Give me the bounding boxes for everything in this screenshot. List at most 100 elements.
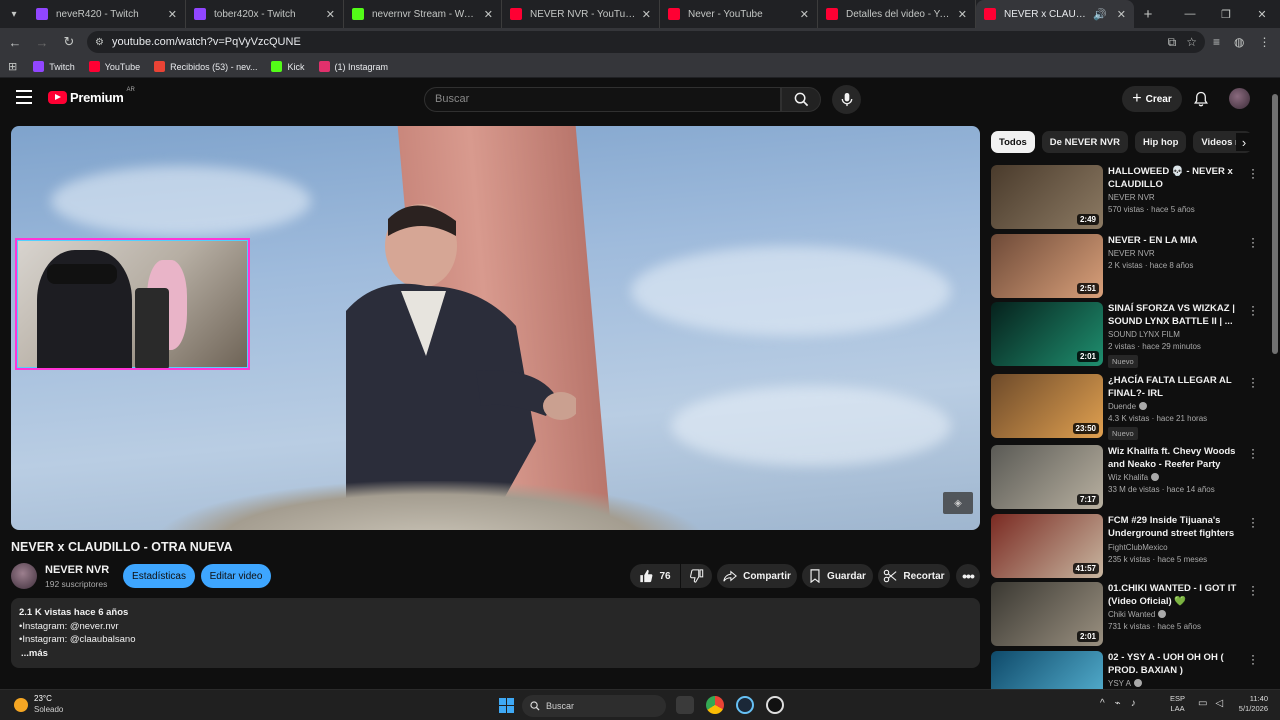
recommended-channel[interactable]: Chiki Wanted — [1108, 610, 1243, 619]
chrome-app-icon[interactable] — [706, 696, 724, 714]
filter-chip[interactable]: Hip hop — [1135, 131, 1187, 153]
tab-search-chevron-icon[interactable]: ▾ — [0, 0, 28, 28]
more-vertical-icon[interactable]: · · · — [1249, 512, 1257, 532]
tab-close-icon[interactable]: ✕ — [484, 8, 493, 21]
video-thumbnail[interactable]: 2:01 — [991, 302, 1103, 366]
filter-chip[interactable]: De NEVER NVR — [1041, 131, 1129, 153]
menu-hamburger-icon[interactable] — [16, 90, 32, 106]
recommended-title[interactable]: HALLOWEED 💀 - NEVER x CLAUDILLO — [1108, 165, 1243, 191]
obs-app-icon[interactable] — [766, 696, 784, 714]
filter-chip[interactable]: Todos — [991, 131, 1035, 153]
input-language[interactable]: ESP LAA — [1170, 694, 1185, 714]
recommended-channel[interactable]: NEVER NVR — [1108, 249, 1243, 258]
close-window-icon[interactable]: ✕ — [1244, 0, 1280, 28]
taskbar-search[interactable]: Buscar — [522, 695, 666, 717]
volume-icon[interactable]: ◁ — [1215, 698, 1223, 709]
channel-name[interactable]: NEVER NVR — [45, 564, 109, 576]
browser-tab[interactable]: NEVER x CLAUDILLO - OTR 🔊 ✕ — [976, 0, 1134, 28]
edit-video-button[interactable]: Editar video — [201, 564, 271, 588]
microphone-tray-icon[interactable]: ♪ — [1131, 698, 1136, 709]
tab-close-icon[interactable]: ✕ — [326, 8, 335, 21]
video-thumbnail[interactable]: 23:50 — [991, 374, 1103, 438]
recommended-channel[interactable]: Duende — [1108, 402, 1243, 411]
browser-tab[interactable]: Never - YouTube ✕ — [660, 0, 818, 28]
recommended-title[interactable]: 01.CHIKI WANTED - I GOT IT (Video Oficia… — [1108, 582, 1243, 608]
more-vertical-icon[interactable]: · · · — [1249, 649, 1257, 669]
recommended-video[interactable]: 2:01 SINAÍ SFORZA VS WIZKAZ | SOUND LYNX … — [991, 300, 1263, 368]
recommended-video[interactable]: 7:17 Wiz Khalifa ft. Chevy Woods and Neak… — [991, 443, 1263, 509]
video-thumbnail[interactable]: 2:51 — [991, 234, 1103, 298]
recommended-title[interactable]: NEVER - EN LA MIA — [1108, 234, 1243, 247]
recommended-title[interactable]: 02 - YSY A - UOH OH OH ( PROD. BAXIAN ) — [1108, 651, 1243, 677]
bookmark-star-icon[interactable]: ☆ — [1186, 35, 1197, 50]
more-actions-button[interactable]: ••• — [956, 564, 980, 588]
recommended-title[interactable]: ¿HACÍA FALTA LLEGAR AL FINAL?- IRL — [1108, 374, 1243, 400]
more-vertical-icon[interactable]: · · · — [1249, 163, 1257, 183]
reload-icon[interactable]: ↻ — [57, 30, 81, 54]
bookmark-item[interactable]: Twitch — [33, 61, 75, 72]
voice-search-button[interactable] — [832, 85, 861, 114]
save-button[interactable]: Guardar — [802, 564, 873, 588]
tab-close-icon[interactable]: ✕ — [958, 8, 967, 21]
bookmark-item[interactable]: (1) Instagram — [318, 61, 388, 72]
search-button[interactable] — [781, 87, 821, 112]
bookmark-item[interactable]: YouTube — [88, 61, 140, 72]
dislike-button[interactable] — [681, 564, 712, 588]
recommended-title[interactable]: SINAÍ SFORZA VS WIZKAZ | SOUND LYNX BATT… — [1108, 302, 1243, 328]
site-info-icon[interactable]: ⚙ — [95, 37, 104, 48]
more-vertical-icon[interactable]: · · · — [1249, 580, 1257, 600]
recommended-video[interactable]: 2:49 HALLOWEED 💀 - NEVER x CLAUDILLO NEVER… — [991, 163, 1263, 229]
recommended-channel[interactable]: NEVER NVR — [1108, 193, 1243, 202]
minimize-icon[interactable]: — — [1172, 0, 1208, 28]
restore-icon[interactable]: ❐ — [1208, 0, 1244, 28]
browser-tab[interactable]: nevernvr Stream - Watch Live o ✕ — [344, 0, 502, 28]
sun-icon[interactable] — [14, 698, 28, 712]
browser-tab[interactable]: tober420x - Twitch ✕ — [186, 0, 344, 28]
tab-close-icon[interactable]: ✕ — [168, 8, 177, 21]
video-thumbnail[interactable]: 2:01 — [991, 582, 1103, 646]
browser-tab[interactable]: NEVER NVR - YouTube ✕ — [502, 0, 660, 28]
new-tab-plus-icon[interactable]: + — [1134, 0, 1162, 28]
speaker-icon[interactable]: 🔊 — [1093, 8, 1107, 21]
reading-list-icon[interactable]: ≡ — [1213, 35, 1220, 49]
channel-watermark-icon[interactable]: ◈ — [943, 492, 973, 514]
create-button[interactable]: + Crear — [1122, 86, 1182, 112]
bookmark-item[interactable]: Recibidos (53) - nev... — [154, 61, 257, 72]
monitor-icon[interactable]: ▭ — [1198, 698, 1207, 709]
recommended-channel[interactable]: YSY A — [1108, 679, 1243, 688]
tray-chevron-icon[interactable]: ^ — [1100, 698, 1105, 709]
taskbar-clock[interactable]: 11:40 5/1/2026 — [1232, 694, 1268, 714]
browser-tab[interactable]: neveR420 - Twitch ✕ — [28, 0, 186, 28]
steam-app-icon[interactable] — [736, 696, 754, 714]
recommended-title[interactable]: Wiz Khalifa ft. Chevy Woods and Neako - … — [1108, 445, 1243, 471]
address-bar[interactable]: ⚙ youtube.com/watch?v=PqVyVzcQUNE ⧉ ☆ — [87, 31, 1205, 53]
more-vertical-icon[interactable]: · · · — [1249, 300, 1257, 320]
weather-temperature[interactable]: 23°C — [34, 694, 52, 703]
browser-tab[interactable]: Detalles del video - YouTube St ✕ — [818, 0, 976, 28]
scrollbar-thumb[interactable] — [1272, 94, 1278, 354]
recommended-video[interactable]: 41:57 FCM #29 Inside Tijuana's Undergroun… — [991, 512, 1263, 578]
description-box[interactable]: 2.1 K vistas hace 6 años •Instagram: @ne… — [11, 598, 980, 668]
tab-close-icon[interactable]: ✕ — [800, 8, 809, 21]
video-thumbnail[interactable]: 7:17 — [991, 445, 1103, 509]
recommended-title[interactable]: FCM #29 Inside Tijuana's Underground str… — [1108, 514, 1243, 541]
video-player[interactable]: ◈ — [11, 126, 980, 530]
network-icon[interactable]: ⌁ — [1115, 698, 1121, 709]
install-icon[interactable]: ⧉ — [1168, 35, 1177, 50]
analytics-button[interactable]: Estadísticas — [123, 564, 195, 588]
show-more-link[interactable]: ...más — [21, 647, 972, 661]
search-input[interactable]: Buscar — [424, 87, 781, 112]
recommended-channel[interactable]: SOUND LYNX FILM — [1108, 330, 1243, 339]
profile-icon[interactable]: ◍ — [1234, 35, 1244, 49]
clip-button[interactable]: Recortar — [878, 564, 950, 588]
recommended-channel[interactable]: Wiz Khalifa — [1108, 473, 1243, 482]
recommended-video[interactable]: 23:50 ¿HACÍA FALTA LLEGAR AL FINAL?- IRL D… — [991, 372, 1263, 440]
task-view-icon[interactable] — [676, 696, 694, 714]
tab-close-icon[interactable]: ✕ — [1117, 8, 1126, 21]
channel-avatar[interactable] — [11, 563, 37, 589]
recommended-video[interactable]: 2:01 01.CHIKI WANTED - I GOT IT (Video Of… — [991, 580, 1263, 646]
windows-start-icon[interactable] — [499, 698, 514, 713]
youtube-logo[interactable]: Premium AR — [48, 87, 135, 105]
video-thumbnail[interactable]: 41:57 — [991, 514, 1103, 578]
forward-arrow-icon[interactable]: → — [30, 30, 54, 54]
